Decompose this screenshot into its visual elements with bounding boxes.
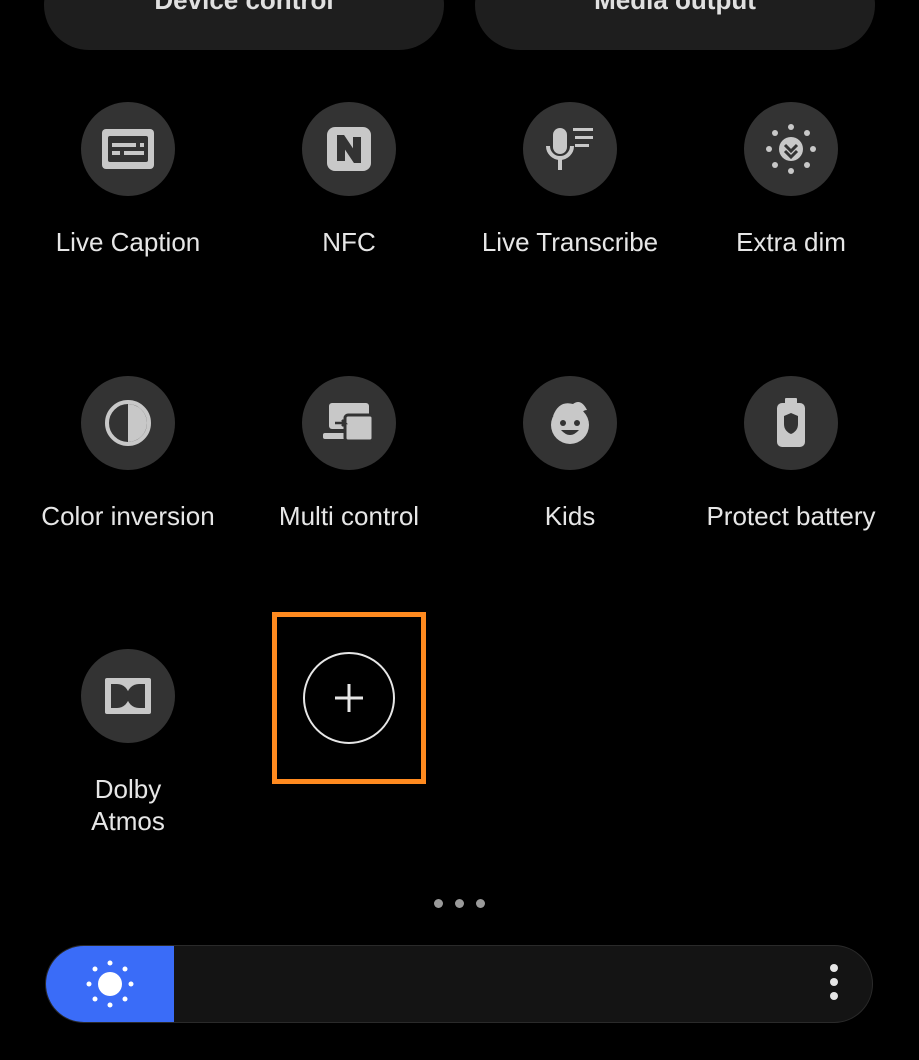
tile-extra-dim[interactable]: Extra dim <box>691 102 891 258</box>
kids-icon <box>523 376 617 470</box>
tile-label: Live Caption <box>55 227 201 257</box>
sun-icon <box>86 960 134 1008</box>
tile-live-transcribe[interactable]: Live Transcribe <box>470 102 670 258</box>
add-tile-button[interactable] <box>303 652 395 744</box>
tile-label: NFC <box>322 227 376 257</box>
device-control-button[interactable]: Device control <box>44 0 444 50</box>
tile-color-inversion[interactable]: Color inversion <box>28 376 228 532</box>
tile-label: Dolby Atmos <box>91 774 165 836</box>
more-dot <box>830 978 838 986</box>
brightness-more-options-button[interactable] <box>830 964 838 1000</box>
more-dot <box>830 964 838 972</box>
tile-live-caption[interactable]: Live Caption <box>28 102 228 258</box>
tile-label: Kids <box>544 501 596 531</box>
tile-nfc[interactable]: NFC <box>249 102 449 258</box>
nfc-icon <box>302 102 396 196</box>
brightness-fill[interactable] <box>46 946 175 1022</box>
media-output-button[interactable]: Media output <box>475 0 875 50</box>
multi-control-icon <box>302 376 396 470</box>
more-dot <box>830 992 838 1000</box>
tile-multi-control[interactable]: Multi control <box>249 376 449 532</box>
protect-battery-icon <box>744 376 838 470</box>
tile-protect-battery[interactable]: Protect battery <box>691 376 891 532</box>
tile-label: Multi control <box>278 501 420 531</box>
live-caption-icon <box>81 102 175 196</box>
tile-label: Color inversion <box>41 501 215 531</box>
page-dot <box>455 899 464 908</box>
plus-icon <box>335 684 363 712</box>
extra-dim-icon <box>744 102 838 196</box>
media-output-label: Media output <box>594 0 756 15</box>
tile-label: Live Transcribe <box>481 227 659 257</box>
live-transcribe-icon <box>523 102 617 196</box>
tile-label: Protect battery <box>706 501 876 531</box>
dolby-atmos-icon <box>81 649 175 743</box>
page-dot <box>434 899 443 908</box>
tile-kids[interactable]: Kids <box>470 376 670 532</box>
tile-label: Extra dim <box>736 227 846 257</box>
brightness-slider[interactable] <box>45 945 873 1023</box>
color-inversion-icon <box>81 376 175 470</box>
add-tile-highlight[interactable] <box>272 612 426 784</box>
tile-dolby-atmos[interactable]: Dolby Atmos <box>28 649 228 837</box>
page-dot <box>476 899 485 908</box>
page-indicator <box>434 899 485 908</box>
device-control-label: Device control <box>154 0 334 15</box>
